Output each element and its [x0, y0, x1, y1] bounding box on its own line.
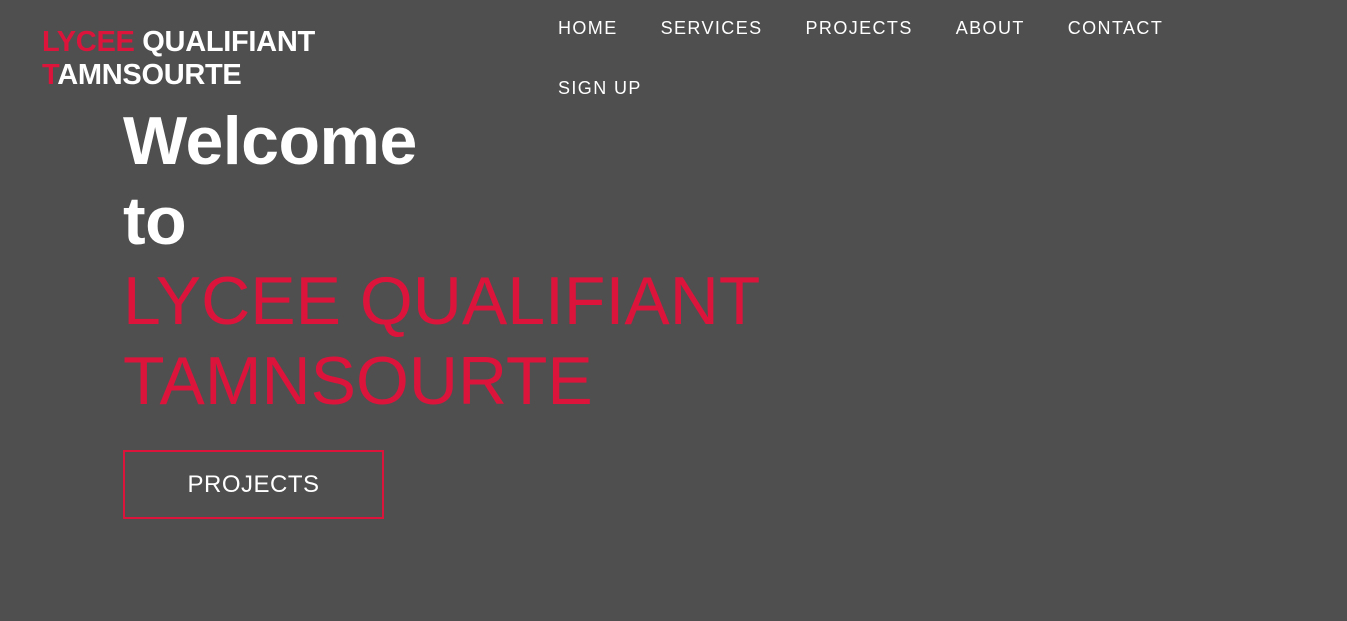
nav-link-contact[interactable]: CONTACT [1068, 18, 1163, 39]
site-logo[interactable]: LYCEE QUALIFIANT TAMNSOURTE [42, 26, 315, 92]
nav-link-services[interactable]: SERVICES [661, 18, 763, 39]
hero-section: Welcome to LYCEE QUALIFIANT TAMNSOURTE [123, 101, 760, 421]
hero-welcome-heading: Welcome to [123, 101, 760, 261]
nav-link-home[interactable]: HOME [558, 18, 618, 39]
logo-word-qualifiant: QUALIFIANT [142, 26, 315, 58]
nav-link-about[interactable]: ABOUT [956, 18, 1025, 39]
hero-school-name: LYCEE QUALIFIANT TAMNSOURTE [123, 261, 760, 421]
hero-welcome-word: Welcome [123, 103, 417, 179]
logo-initial-t: T [42, 59, 58, 91]
hero-school-line-1: LYCEE QUALIFIANT [123, 263, 761, 339]
hero-to-word: to [123, 183, 187, 259]
projects-button[interactable]: PROJECTS [123, 450, 384, 519]
logo-line-2: TAMNSOURTE [42, 59, 315, 92]
logo-word-amnsourte: AMNSOURTE [57, 59, 242, 91]
hero-school-line-2: TAMNSOURTE [123, 343, 593, 419]
logo-line-1: LYCEE QUALIFIANT [42, 26, 315, 59]
nav-link-sign-up[interactable]: SIGN UP [558, 78, 642, 99]
nav-link-projects[interactable]: PROJECTS [806, 18, 913, 39]
logo-word-lycee: LYCEE [42, 26, 135, 58]
nav-row-primary: HOME SERVICES PROJECTS ABOUT CONTACT [558, 0, 1238, 57]
